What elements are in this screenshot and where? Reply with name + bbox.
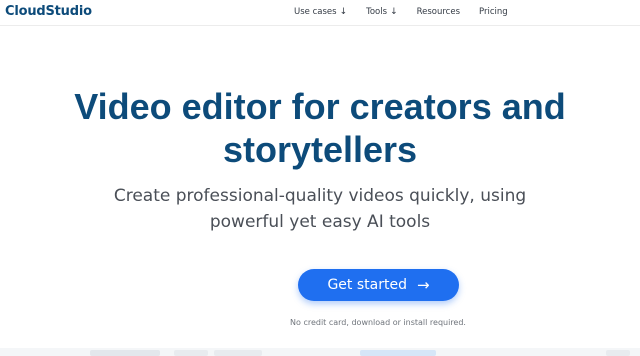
nav-item-tools[interactable]: Tools ↓ — [366, 7, 398, 17]
partial-panel-fragment — [360, 350, 436, 356]
top-navbar: CloudStudio Use cases ↓ Tools ↓ Resource… — [0, 0, 640, 26]
arrow-down-icon: ↓ — [390, 7, 398, 17]
arrow-down-icon: ↓ — [339, 7, 348, 17]
hero-subtitle-line-1: Create professional-quality videos quick… — [113, 186, 527, 206]
partial-panel-fragment — [606, 350, 630, 356]
nav-item-pricing[interactable]: Pricing — [479, 7, 508, 17]
arrow-right-icon: → — [416, 276, 430, 294]
hero-title: Video editor for creators and storytelle… — [0, 85, 640, 171]
nav-item-label: Resources — [416, 7, 461, 17]
hero-title-line-2: storytellers — [222, 129, 418, 170]
cta-note: No credit card, download or install requ… — [290, 318, 466, 327]
hero-subtitle-line-2: powerful yet easy AI tools — [209, 212, 431, 232]
main-nav: Use cases ↓ Tools ↓ Resources Pricing — [294, 7, 527, 17]
partial-panel-fragment — [174, 350, 208, 356]
get-started-button[interactable]: Get started → — [298, 269, 459, 301]
nav-item-label: Pricing — [479, 7, 508, 17]
partial-panel-fragment — [90, 350, 160, 356]
nav-item-label: Use cases — [294, 7, 337, 17]
nav-item-label: Tools — [366, 7, 388, 17]
hero-title-line-1: Video editor for creators and — [74, 86, 566, 127]
nav-item-resources[interactable]: Resources — [417, 7, 460, 17]
hero-subtitle: Create professional-quality videos quick… — [0, 183, 640, 235]
partial-panel-fragment — [214, 350, 262, 356]
nav-item-use-cases[interactable]: Use cases ↓ — [294, 7, 347, 17]
cta-label: Get started — [327, 277, 407, 293]
brand-logo[interactable]: CloudStudio — [5, 4, 92, 19]
